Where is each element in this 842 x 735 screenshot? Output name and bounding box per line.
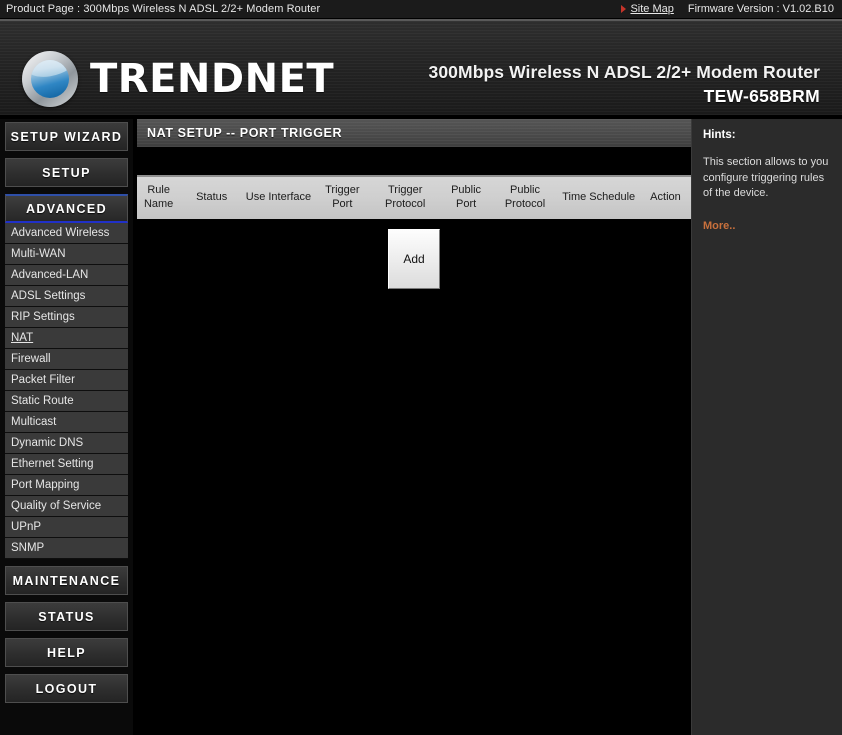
sidebar-item-setup[interactable]: SETUP	[5, 158, 128, 187]
main-content: NAT SETUP -- PORT TRIGGER Rule Name Stat…	[137, 119, 691, 735]
sidebar-item-upnp[interactable]: UPnP	[5, 517, 128, 538]
sidebar-item-multicast[interactable]: Multicast	[5, 412, 128, 433]
arrow-right-icon	[621, 5, 627, 13]
sidebar-divider	[0, 187, 133, 191]
page-title: NAT SETUP -- PORT TRIGGER	[137, 119, 691, 147]
column-header-status: Status	[196, 191, 228, 204]
sidebar-subitem-label: Static Route	[11, 395, 74, 407]
sidebar-subitem-label: Port Mapping	[11, 479, 80, 491]
firmware-version-label: Firmware Version : V1.02.B10	[687, 3, 834, 15]
sidebar-subitem-label: ADSL Settings	[11, 290, 86, 302]
sidebar-item-label: ADVANCED	[25, 201, 108, 216]
column-header-time-schedule: Time Schedule	[562, 191, 636, 204]
column-header-rule-name: Rule Name	[143, 184, 174, 210]
sidebar-subitem-label: Advanced-LAN	[11, 269, 89, 281]
topbar-right-group: Site Map Firmware Version : V1.02.B10	[621, 3, 834, 15]
brand-logo: TRENDNET	[22, 51, 334, 107]
column-header-trigger-port: Trigger Port	[325, 184, 360, 210]
hints-body-text: This section allows to you configure tri…	[703, 156, 829, 200]
sidebar-subitem-label: RIP Settings	[11, 311, 75, 323]
sidebar-item-label: HELP	[47, 645, 86, 660]
sidebar-item-snmp[interactable]: SNMP	[5, 538, 128, 559]
sidebar-subitem-label: Advanced Wireless	[11, 227, 110, 239]
port-trigger-table-body: Add	[137, 219, 691, 289]
sidebar-item-ethernet-setting[interactable]: Ethernet Setting	[5, 454, 128, 475]
add-button[interactable]: Add	[388, 229, 440, 289]
sidebar-item-nat[interactable]: NAT	[5, 328, 128, 349]
sidebar-item-logout[interactable]: LOGOUT	[5, 674, 128, 703]
site-map-link[interactable]: Site Map	[630, 3, 673, 15]
sidebar-divider	[0, 595, 133, 599]
header-banner: TRENDNET 300Mbps Wireless N ADSL 2/2+ Mo…	[0, 19, 842, 117]
sidebar-item-multi-wan[interactable]: Multi-WAN	[5, 244, 128, 265]
brand-wordmark: TRENDNET	[90, 56, 335, 102]
sidebar-subitem-label: Multicast	[11, 416, 57, 428]
sidebar-item-dynamic-dns[interactable]: Dynamic DNS	[5, 433, 128, 454]
sidebar-subitem-label: SNMP	[11, 542, 45, 554]
sidebar-subitem-label: Firewall	[11, 353, 51, 365]
product-page-label: Product Page : 300Mbps Wireless N ADSL 2…	[6, 3, 321, 15]
hints-more-link[interactable]: More..	[703, 220, 735, 232]
sidebar-item-port-mapping[interactable]: Port Mapping	[5, 475, 128, 496]
sidebar-item-help[interactable]: HELP	[5, 638, 128, 667]
column-header-public-port: Public Port	[451, 184, 482, 210]
sidebar-divider	[0, 667, 133, 671]
column-header-public-protocol: Public Protocol	[504, 184, 546, 210]
device-model-number: TEW-658BRM	[703, 85, 820, 106]
sidebar-divider	[0, 559, 133, 563]
sidebar-item-packet-filter[interactable]: Packet Filter	[5, 370, 128, 391]
trendnet-orb-inner-icon	[31, 60, 69, 98]
sidebar-item-maintenance[interactable]: MAINTENANCE	[5, 566, 128, 595]
sidebar: SETUP WIZARD SETUP ADVANCED Advanced Wir…	[0, 119, 135, 735]
sidebar-item-setup-wizard[interactable]: SETUP WIZARD	[5, 122, 128, 151]
column-header-trigger-protocol: Trigger Protocol	[385, 184, 426, 210]
sidebar-item-static-route[interactable]: Static Route	[5, 391, 128, 412]
sidebar-item-label: STATUS	[38, 609, 95, 624]
sidebar-item-status[interactable]: STATUS	[5, 602, 128, 631]
sidebar-item-label: LOGOUT	[35, 681, 98, 696]
sidebar-item-label: SETUP WIZARD	[10, 129, 123, 144]
port-trigger-table-header: Rule Name Status Use Interface Trigger P…	[137, 175, 691, 219]
trendnet-orb-icon	[22, 51, 78, 107]
sidebar-item-rip-settings[interactable]: RIP Settings	[5, 307, 128, 328]
sidebar-item-advanced-lan[interactable]: Advanced-LAN	[5, 265, 128, 286]
sidebar-subitem-label: Quality of Service	[11, 500, 102, 512]
sidebar-subitem-label: Dynamic DNS	[11, 437, 84, 449]
sidebar-subitem-label: Multi-WAN	[11, 248, 66, 260]
device-model-block: 300Mbps Wireless N ADSL 2/2+ Modem Route…	[429, 61, 820, 108]
sidebar-item-label: MAINTENANCE	[12, 573, 121, 588]
sidebar-subitem-label: Packet Filter	[11, 374, 75, 386]
sidebar-divider	[0, 631, 133, 635]
sidebar-item-quality-of-service[interactable]: Quality of Service	[5, 496, 128, 517]
device-description: 300Mbps Wireless N ADSL 2/2+ Modem Route…	[428, 62, 820, 82]
sidebar-item-firewall[interactable]: Firewall	[5, 349, 128, 370]
sidebar-item-advanced-wireless[interactable]: Advanced Wireless	[5, 223, 128, 244]
top-bar: Product Page : 300Mbps Wireless N ADSL 2…	[0, 0, 842, 19]
sidebar-subitem-label: Ethernet Setting	[11, 458, 94, 470]
hints-panel: Hints: This section allows to you config…	[691, 119, 842, 735]
sidebar-divider	[0, 151, 133, 155]
hints-title: Hints:	[703, 129, 736, 141]
sidebar-item-label: SETUP	[42, 165, 91, 180]
panel-spacer	[137, 147, 691, 175]
sidebar-item-advanced[interactable]: ADVANCED	[5, 194, 128, 223]
sidebar-item-adsl-settings[interactable]: ADSL Settings	[5, 286, 128, 307]
sidebar-subitem-label: UPnP	[11, 521, 42, 533]
sidebar-subitem-label: NAT	[11, 332, 34, 344]
column-header-use-interface: Use Interface	[245, 191, 312, 204]
column-header-action: Action	[650, 191, 681, 204]
body-wrap: SETUP WIZARD SETUP ADVANCED Advanced Wir…	[0, 119, 842, 735]
